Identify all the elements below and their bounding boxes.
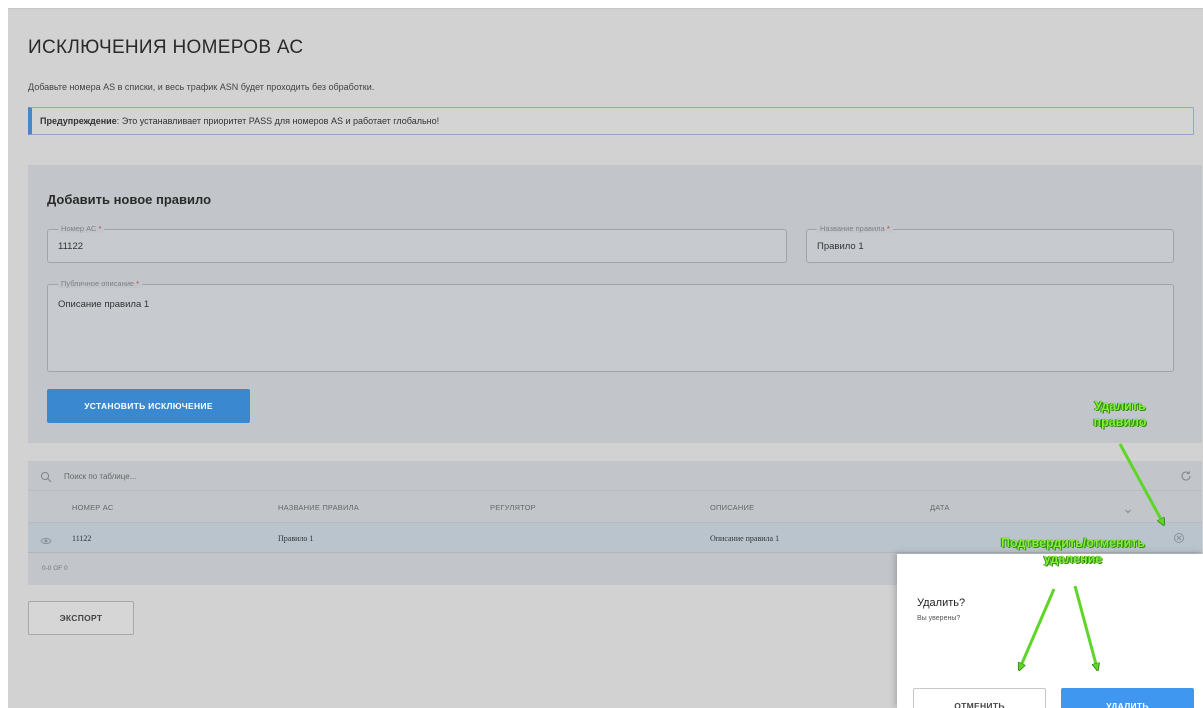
table-row-count: 0-0 OF 0 bbox=[42, 565, 68, 572]
rule-name-value: Правило 1 bbox=[817, 241, 864, 252]
set-exception-button[interactable]: УСТАНОВИТЬ ИСКЛЮЧЕНИЕ bbox=[47, 389, 250, 423]
annotation-delete-rule: Удалить правило bbox=[1093, 399, 1147, 429]
search-icon bbox=[40, 470, 52, 483]
description-field[interactable]: Публичное описание * Описание правила 1 bbox=[47, 279, 1174, 372]
export-button[interactable]: ЭКСПОРТ bbox=[28, 601, 134, 635]
table-header-row: НОМЕР АС НАЗВАНИЕ ПРАВИЛА РЕГУЛЯТОР ОПИС… bbox=[28, 491, 1202, 523]
as-number-value: 11122 bbox=[58, 241, 84, 252]
rule-name-label: Название правила * bbox=[817, 224, 893, 233]
add-rule-card: Добавить новое правило Номер АС * 11122 … bbox=[28, 165, 1202, 443]
annotation-confirm-cancel-line2: удаление bbox=[1043, 552, 1103, 566]
column-header-rule-name[interactable]: НАЗВАНИЕ ПРАВИЛА bbox=[278, 503, 359, 512]
delete-confirm-button[interactable]: УДАЛИТЬ bbox=[1061, 688, 1194, 708]
sort-icon[interactable] bbox=[1124, 502, 1132, 520]
page-title: ИСКЛЮЧЕНИЯ НОМЕРОВ АС bbox=[28, 37, 304, 58]
rule-name-field[interactable]: Название правила * Правило 1 bbox=[806, 224, 1174, 263]
as-number-label: Номер АС * bbox=[58, 224, 105, 233]
warning-text: : Это устанавливает приоритет PASS для н… bbox=[116, 116, 440, 126]
description-label: Публичное описание * bbox=[58, 279, 143, 288]
cell-description: Описание правила 1 bbox=[710, 534, 780, 543]
delete-icon[interactable] bbox=[1173, 531, 1185, 543]
column-header-date[interactable]: ДАТА bbox=[930, 503, 950, 512]
description-value: Описание правила 1 bbox=[58, 299, 150, 310]
page-subtitle: Добавьте номера AS в списки, и весь траф… bbox=[28, 82, 375, 92]
delete-cancel-button[interactable]: ОТМЕНИТЬ bbox=[913, 688, 1046, 708]
popup-text: Вы уверены? bbox=[917, 615, 961, 622]
table-search-row bbox=[28, 461, 1202, 491]
eye-icon[interactable] bbox=[40, 533, 52, 545]
as-number-field[interactable]: Номер АС * 11122 bbox=[47, 224, 787, 263]
add-rule-title: Добавить новое правило bbox=[47, 192, 212, 207]
cell-rule-name: Правило 1 bbox=[278, 534, 314, 543]
column-header-description[interactable]: ОПИСАНИЕ bbox=[710, 503, 754, 512]
column-header-regulator[interactable]: РЕГУЛЯТОР bbox=[490, 503, 536, 512]
warning-label: Предупреждение bbox=[40, 116, 117, 126]
popup-title: Удалить? bbox=[917, 597, 966, 609]
column-header-as-number[interactable]: НОМЕР АС bbox=[72, 503, 113, 512]
annotation-confirm-cancel-line1: Подтвердить/отменить bbox=[1001, 536, 1145, 550]
warning-banner: Предупреждение: Это устанавливает приори… bbox=[28, 107, 1194, 135]
table-search-input[interactable] bbox=[64, 469, 364, 483]
annotation-confirm-cancel: Подтвердить/отменить удаление bbox=[978, 535, 1168, 567]
delete-confirm-popup: Удалить? Вы уверены? bbox=[897, 554, 1203, 708]
refresh-icon[interactable] bbox=[1180, 469, 1192, 481]
cell-as-number: 11122 bbox=[72, 534, 92, 543]
